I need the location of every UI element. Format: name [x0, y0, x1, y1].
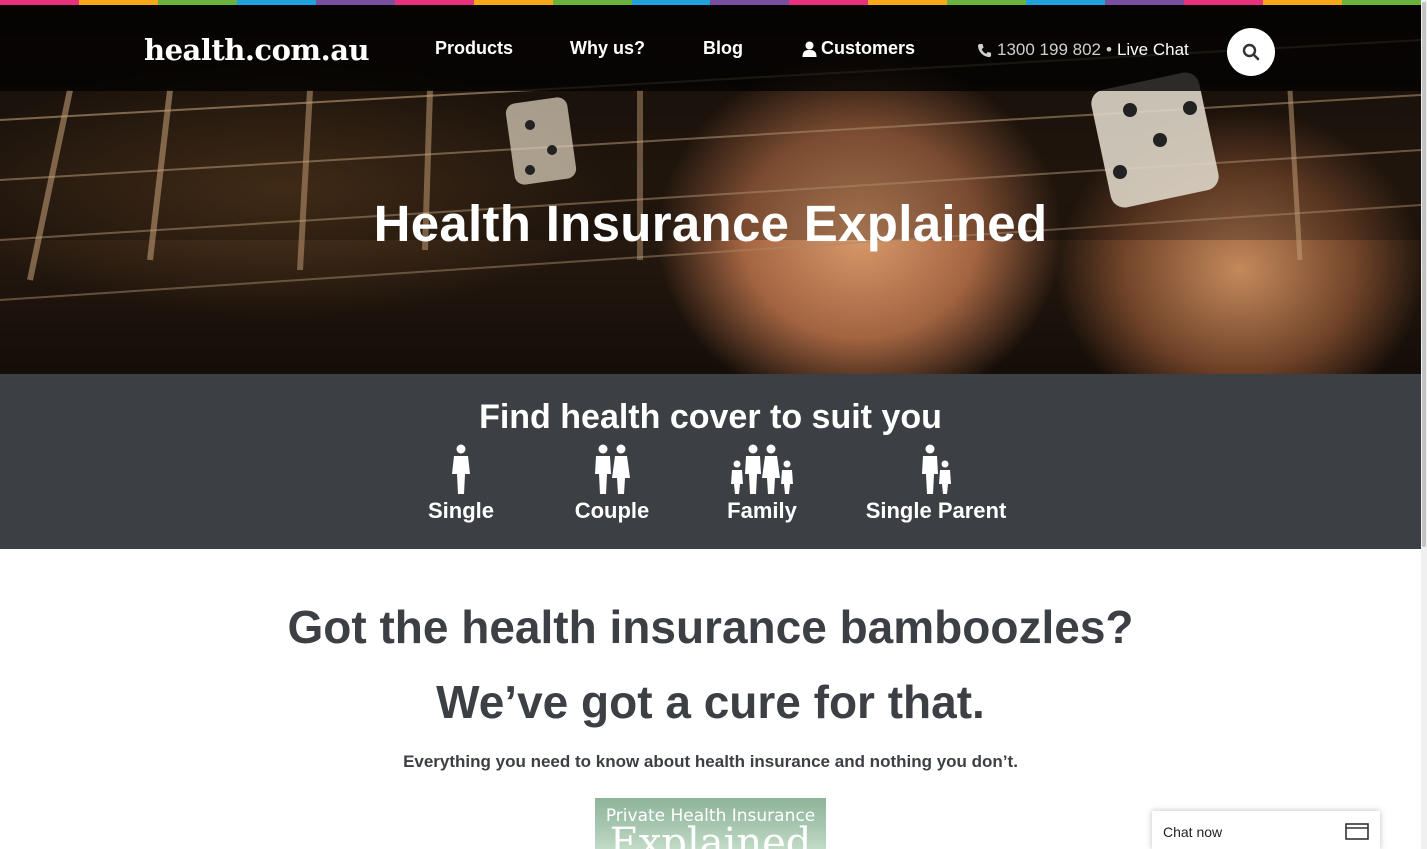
chat-now-widget[interactable]: Chat now [1152, 811, 1380, 849]
stripe-segment [157, 0, 237, 5]
stripe-segment [394, 0, 474, 5]
nav-customers[interactable]: Customers [802, 38, 915, 59]
main-subheadline: We’ve got a cure for that. [436, 676, 985, 728]
cover-option-single[interactable]: Single [420, 444, 502, 524]
cover-option-family-label: Family [727, 498, 797, 523]
single-parent-icon [922, 444, 951, 494]
stripe-segment [947, 0, 1027, 5]
stripe-segment [1341, 0, 1421, 5]
phone-number[interactable]: 1300 199 802 [997, 40, 1101, 60]
live-chat-link[interactable]: Live Chat [1117, 40, 1189, 60]
scrollbar-thumb[interactable] [1422, 2, 1426, 547]
contact-info: 1300 199 802 • Live Chat [977, 40, 1189, 60]
main-tagline: Everything you need to know about health… [403, 752, 1018, 771]
site-logo[interactable]: health.com.au [144, 33, 370, 67]
main-headline: Got the health insurance bamboozles? [287, 601, 1134, 653]
stripe-segment [1263, 0, 1342, 5]
stripe-segment [473, 0, 553, 5]
nav-products[interactable]: Products [435, 38, 513, 59]
stripe-segment [710, 0, 790, 5]
contact-separator: • [1106, 40, 1112, 59]
stripe-segment [1105, 0, 1185, 5]
cover-option-couple[interactable]: Couple [566, 444, 658, 524]
phone-icon [977, 43, 992, 57]
expand-window-icon[interactable] [1345, 823, 1369, 840]
cover-finder-section: Find health cover to suit you Single Cou… [0, 374, 1421, 549]
thumbnail-title-line2: Explained [609, 820, 812, 849]
search-button[interactable] [1227, 28, 1275, 76]
nav-customers-label: Customers [821, 38, 916, 58]
cover-option-single-label: Single [427, 498, 494, 523]
single-person-icon [452, 444, 470, 494]
nav-blog[interactable]: Blog [703, 38, 743, 59]
brand-color-strip [0, 0, 1421, 5]
stripe-segment [868, 0, 948, 5]
cover-finder-title: Find health cover to suit you [479, 398, 942, 436]
user-icon [802, 41, 817, 57]
cover-option-single-parent[interactable]: Single Parent [855, 444, 1017, 524]
page-scrollbar[interactable] [1421, 0, 1427, 849]
stripe-segment [236, 0, 316, 5]
stripe-segment [789, 0, 869, 5]
stripe-segment [0, 0, 79, 5]
stripe-segment [1026, 0, 1106, 5]
search-icon [1242, 43, 1260, 61]
cover-option-family[interactable]: Family [719, 444, 805, 524]
stripe-segment [1184, 0, 1263, 5]
nav-why-us[interactable]: Why us? [570, 38, 645, 59]
family-icon [731, 444, 793, 494]
cover-option-couple-label: Couple [574, 498, 650, 523]
top-navigation-bar: health.com.au Products Why us? Blog Cust… [0, 5, 1421, 91]
cover-option-single-parent-label: Single Parent [865, 498, 1007, 523]
explainer-video-thumbnail[interactable]: Private Health Insurance Explained [595, 798, 826, 849]
stripe-segment [552, 0, 632, 5]
couple-icon [595, 444, 630, 494]
chat-now-label: Chat now [1163, 824, 1223, 840]
stripe-segment [78, 0, 158, 5]
stripe-segment [315, 0, 395, 5]
hero-title: Health Insurance Explained [373, 195, 1048, 252]
stripe-segment [631, 0, 711, 5]
